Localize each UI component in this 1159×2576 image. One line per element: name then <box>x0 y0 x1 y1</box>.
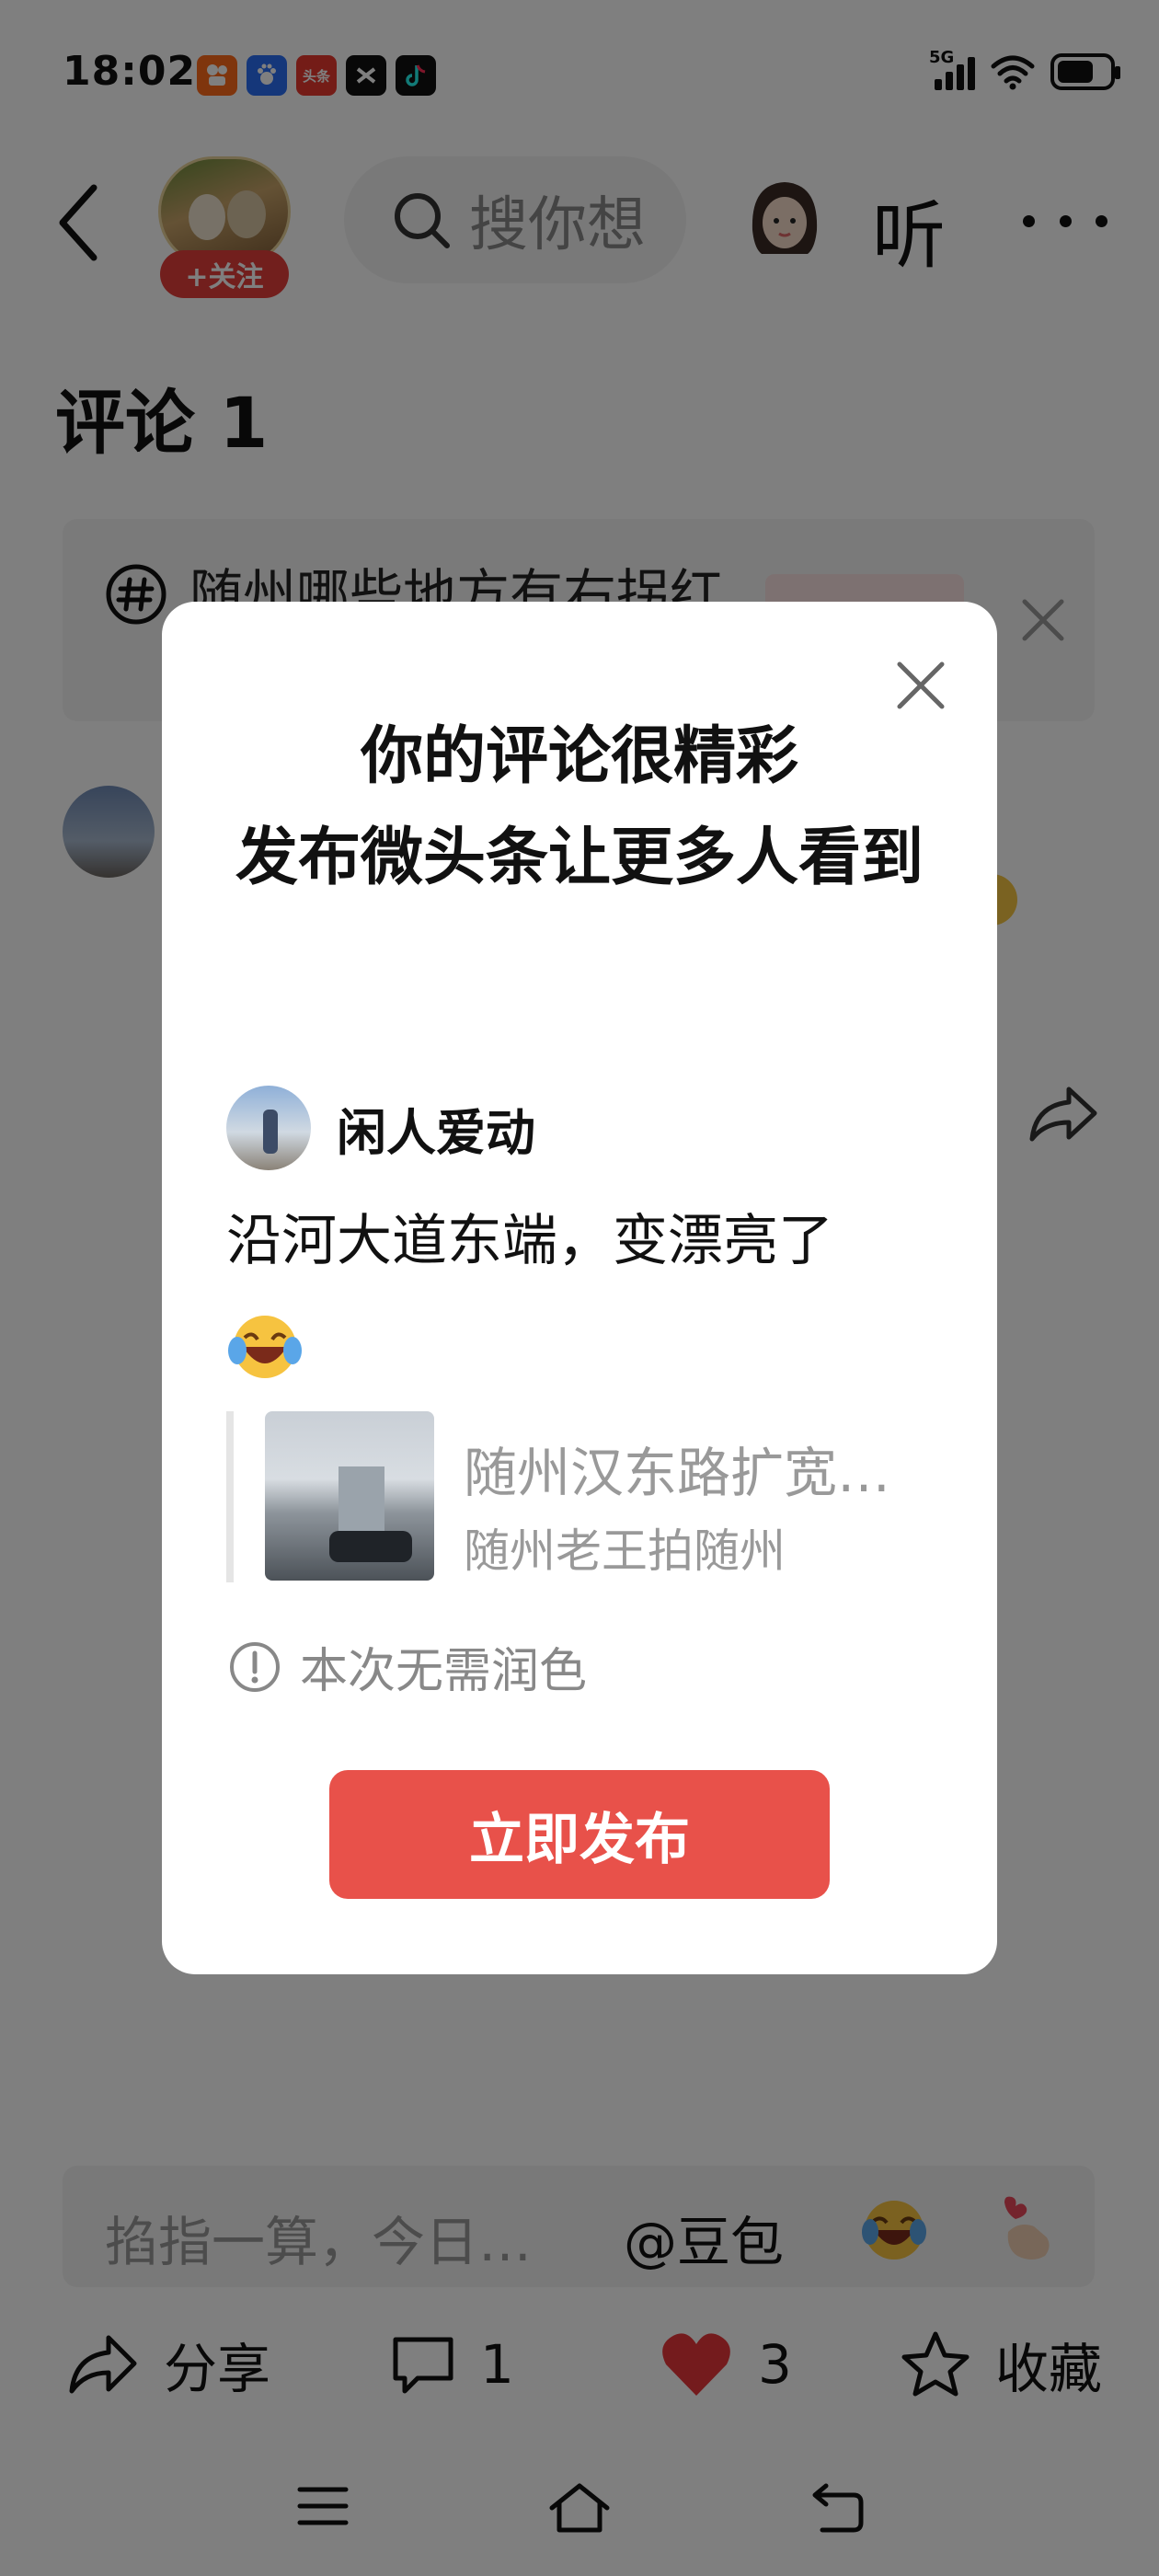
polish-note-text: 本次无需润色 <box>300 1644 588 1699</box>
post-author-name: 闲人爱动 <box>337 1103 535 1162</box>
post-text: 沿河大道东端，变漂亮了 <box>226 1209 833 1273</box>
dialog-title-line2: 发布微头条让更多人看到 <box>235 822 924 894</box>
dialog-title-line1: 你的评论很精彩 <box>360 720 798 793</box>
post-text-block: 沿河大道东端，变漂亮了 <box>226 1190 944 1393</box>
post-author: 闲人爱动 <box>226 1086 535 1170</box>
publish-now-button[interactable]: 立即发布 <box>329 1770 830 1899</box>
dialog-title: 你的评论很精彩 发布微头条让更多人看到 <box>208 707 951 909</box>
post-author-avatar <box>226 1086 311 1170</box>
quoted-article-thumbnail <box>265 1411 434 1581</box>
quoted-article-title: 随州汉东路扩宽… <box>464 1442 891 1504</box>
quoted-article-source: 随州老王拍随州 <box>464 1524 786 1578</box>
laughing-emoji-icon <box>228 1316 302 1379</box>
info-icon <box>230 1641 280 1692</box>
quoted-article-card[interactable]: 随州汉东路扩宽… 随州老王拍随州 <box>226 1411 944 1582</box>
polish-note: 本次无需润色 <box>228 1632 587 1701</box>
publish-suggestion-dialog: 你的评论很精彩 发布微头条让更多人看到 闲人爱动 沿河大道东端，变漂亮了 随州汉… <box>162 602 997 1974</box>
